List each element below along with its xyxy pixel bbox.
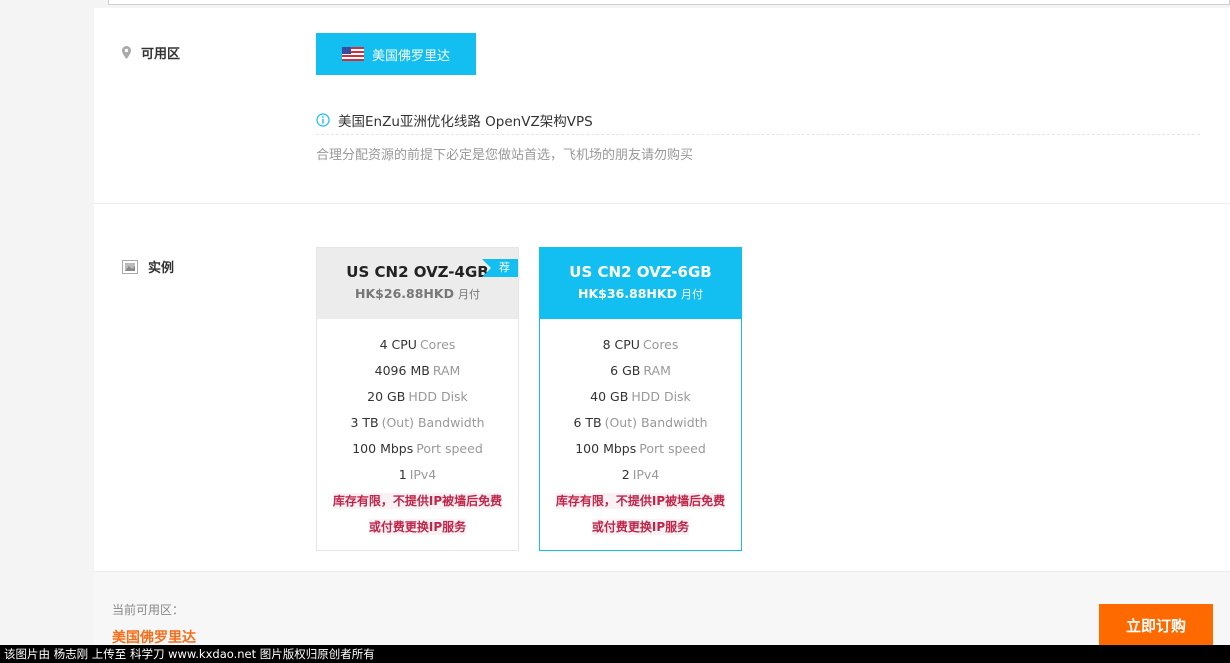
- plan-price: HK$36.88HKD 月付: [540, 286, 741, 302]
- card-header: 荐 US CN2 OVZ-4GB HK$26.88HKD 月付: [317, 248, 518, 319]
- spec-ipv4: 1 IPv4: [398, 467, 437, 482]
- spec-list: 8 CPU Cores 6 GB RAM 40 GB HDD Disk 6 TB (Ou…: [540, 319, 741, 540]
- spec-port-speed: 100 Mbps Port speed: [352, 441, 483, 456]
- stock-warning-line-2: 或付费更换IP服务: [368, 519, 467, 535]
- zone-description: 合理分配资源的前提下必定是您做站首选，飞机场的朋友请勿购买: [316, 148, 694, 163]
- stock-warning-line-1: 库存有限，不提供IP被墙后免费: [555, 493, 726, 509]
- info-icon: [316, 113, 330, 127]
- order-now-button[interactable]: 立即订购: [1099, 604, 1213, 646]
- price-value: HK$26.88HKD: [355, 286, 454, 301]
- spec-cpu: 8 CPU Cores: [602, 337, 679, 352]
- us-flag-icon: [341, 47, 364, 61]
- spec-port-speed: 100 Mbps Port speed: [575, 441, 706, 456]
- watermark-bar: 该图片由 杨志刚 上传至 科学刀 www.kxdao.net 图片版权归原创者所…: [0, 645, 1230, 663]
- region-button-label: 美国佛罗里达: [371, 48, 450, 64]
- instance-card-4gb[interactable]: 荐 US CN2 OVZ-4GB HK$26.88HKD 月付 4 CPU Core…: [316, 247, 519, 551]
- spec-bandwidth: 6 TB (Out) Bandwidth: [573, 415, 708, 430]
- stock-warning-line-1: 库存有限，不提供IP被墙后免费: [332, 493, 503, 509]
- current-zone-value: 美国佛罗里达: [112, 630, 196, 646]
- plan-name: US CN2 OVZ-6GB: [569, 263, 712, 281]
- zone-info-text: 美国EnZu亚洲优化线路 OpenVZ架构VPS: [338, 114, 593, 130]
- order-footer: 当前可用区： 美国佛罗里达 立即订购: [94, 571, 1230, 646]
- card-header: US CN2 OVZ-6GB HK$36.88HKD 月付: [540, 248, 741, 319]
- spec-ram: 4096 MB RAM: [374, 363, 461, 378]
- spec-ram: 6 GB RAM: [610, 363, 671, 378]
- spec-disk: 20 GB HDD Disk: [367, 389, 468, 404]
- billing-cycle: 月付: [457, 288, 480, 301]
- spec-ipv4: 2 IPv4: [621, 467, 660, 482]
- stock-warning-line-2: 或付费更换IP服务: [591, 519, 690, 535]
- zone-info: 美国EnZu亚洲优化线路 OpenVZ架构VPS: [316, 106, 1200, 135]
- instance-card-6gb[interactable]: US CN2 OVZ-6GB HK$36.88HKD 月付 8 CPU Cores …: [539, 247, 742, 551]
- spec-list: 4 CPU Cores 4096 MB RAM 20 GB HDD Disk 3 TB…: [317, 319, 518, 540]
- zone-label: 可用区: [122, 43, 180, 62]
- region-button-florida[interactable]: 美国佛罗里达: [316, 33, 476, 75]
- map-pin-icon: [122, 46, 131, 59]
- top-input-edge: [108, 0, 1230, 5]
- instance-label: 实例: [122, 257, 174, 276]
- image-frame-icon: [122, 259, 138, 274]
- spec-disk: 40 GB HDD Disk: [590, 389, 691, 404]
- current-zone-label: 当前可用区：: [112, 603, 185, 617]
- billing-cycle: 月付: [680, 288, 703, 301]
- spec-bandwidth: 3 TB (Out) Bandwidth: [350, 415, 485, 430]
- spec-cpu: 4 CPU Cores: [379, 337, 456, 352]
- section-divider: [94, 203, 1230, 204]
- price-value: HK$36.88HKD: [578, 286, 677, 301]
- instance-label-text: 实例: [148, 261, 175, 276]
- zone-label-text: 可用区: [141, 47, 181, 62]
- plan-price: HK$26.88HKD 月付: [317, 286, 518, 302]
